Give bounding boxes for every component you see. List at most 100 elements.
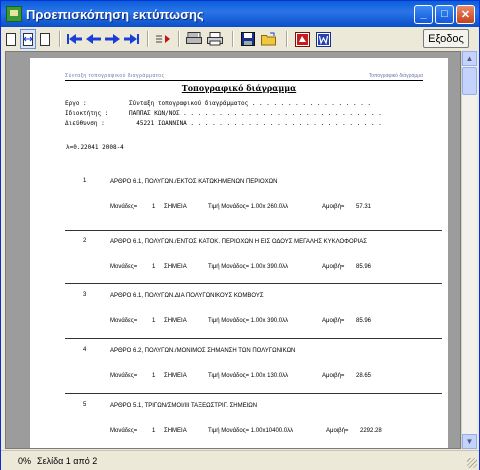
meta-row-owner: Ιδιοκτήτης : ΠΑΠΠΑΣ ΚΩΝ/ΝΟΣ . . . . . . .…: [65, 110, 382, 117]
report-title: Τοπογραφικό διάγραμμα: [181, 83, 297, 93]
full-page-icon[interactable]: [39, 30, 51, 48]
item-unit-price: Τιμή Μονάδος= 1.00x 130.0λλ: [208, 373, 289, 379]
item-quantity: 1: [152, 264, 156, 270]
item-unit: ΣΗΜΕΙΑ: [164, 204, 187, 210]
scroll-thumb[interactable]: [462, 67, 477, 95]
scroll-up-icon[interactable]: ▲: [462, 51, 477, 66]
item-details: Μονάδες= 1 ΣΗΜΕΙΑ Τιμή Μονάδος= 1.00x10400.…: [110, 428, 382, 434]
goto-page-icon[interactable]: [154, 30, 170, 48]
item-number: 3: [83, 292, 87, 298]
meta-label: Εργο :: [65, 100, 87, 107]
export-pdf-icon[interactable]: [293, 30, 311, 48]
item-details: Μονάδες= 1 ΣΗΜΕΙΑ Τιμή Μονάδος= 1.00x 390.0…: [110, 264, 371, 270]
item-unit-price: Τιμή Μονάδος= 1.00x 390.0λλ: [208, 318, 289, 324]
single-page-icon[interactable]: [5, 30, 17, 48]
save-icon[interactable]: [239, 30, 257, 48]
preview-area[interactable]: Σύνταξη τοπογραφικού διαγράμματος Τοπογρ…: [5, 51, 461, 449]
meta-label: Ιδιοκτήτης :: [65, 110, 109, 117]
item-units-label: Μονάδες=: [110, 373, 138, 379]
item-description: ΑΡΘΡΟ 6.2, ΠΟΛΥΓΩΝ./ΜΟΝΙΜΟΣ ΣΗΜΑΝΣΗ ΤΩΝ …: [110, 348, 296, 354]
item-divider: [65, 230, 442, 231]
item-fee: 28.65: [356, 373, 372, 379]
item-number: 1: [83, 178, 87, 184]
scroll-down-icon[interactable]: ▼: [462, 434, 477, 449]
item-fee-label: Αμοιβή=: [322, 318, 345, 324]
item-unit: ΣΗΜΕΙΑ: [164, 428, 187, 434]
item-divider: [65, 283, 442, 284]
report-page: Σύνταξη τοπογραφικού διαγράμματος Τοπογρ…: [30, 58, 448, 448]
item-quantity: 1: [152, 204, 156, 210]
title-bar[interactable]: Προεπισκόπηση εκτύπωσης _ □ ✕: [1, 1, 479, 27]
item-unit-price: Τιμή Μονάδος= 1.00x 390.0λλ: [208, 264, 289, 270]
item-fee-label: Αμοιβή=: [326, 428, 349, 434]
toolbar-separator: [286, 31, 288, 47]
maximize-button[interactable]: □: [435, 4, 454, 24]
last-page-icon[interactable]: [123, 30, 139, 48]
status-page: Σελίδα 1 από 2: [37, 455, 98, 466]
first-page-icon[interactable]: [66, 30, 82, 48]
item-fee: 85.96: [356, 264, 372, 270]
minimize-button[interactable]: _: [414, 4, 433, 24]
item-fee-label: Αμοιβή=: [322, 204, 345, 210]
item-details: Μονάδες= 1 ΣΗΜΕΙΑ Τιμή Μονάδος= 1.00x 130.0…: [110, 373, 371, 379]
export-word-icon[interactable]: [314, 30, 332, 48]
item-divider: [65, 393, 442, 394]
report-header-right: Τοπογραφικό διάγραμμα: [368, 73, 423, 79]
item-unit: ΣΗΜΕΙΑ: [164, 318, 187, 324]
app-icon: [6, 6, 22, 22]
item-description: ΑΡΘΡΟ 6.1, ΠΟΛΥΓΩΝ.ΔΙΑ ΠΟΛΥΓΩΝΙΚΟΥΣ ΚΟΜΒ…: [110, 293, 264, 299]
item-unit-price: Τιμή Μονάδος= 1.00x 260.0λλ: [208, 204, 289, 210]
exit-button[interactable]: Εξοδος: [423, 29, 469, 48]
resize-grip-icon[interactable]: [467, 458, 477, 468]
item-units-label: Μονάδες=: [110, 204, 138, 210]
item-description: ΑΡΘΡΟ 6.1, ΠΟΛΥΓΩΝ./ΕΚΤΟΣ ΚΑΤΩΚΗΜΕΝΩΝ ΠΕ…: [110, 179, 278, 185]
report-header-left: Σύνταξη τοπογραφικού διαγράμματος: [65, 73, 165, 79]
item-unit: ΣΗΜΕΙΑ: [164, 373, 187, 379]
status-percent: 0%: [17, 455, 31, 466]
item-description: ΑΡΘΡΟ 5.1, ΤΡΙΓΩΝ/ΣΜΟΙ/ΙΙΙ ΤΑΞΕΩΣΤΡΙΓ. Σ…: [110, 403, 258, 409]
close-button[interactable]: ✕: [456, 4, 475, 24]
lambda-value: λ=0.22041 2008-4: [66, 144, 124, 151]
item-units-label: Μονάδες=: [110, 318, 138, 324]
toolbar-separator: [147, 31, 149, 47]
item-number: 4: [83, 347, 87, 353]
item-number: 5: [83, 402, 87, 408]
meta-row-project: Εργο : Σύνταξη τοπογραφικού διαγράμματος …: [65, 100, 371, 107]
item-number: 2: [83, 238, 87, 244]
item-details: Μονάδες= 1 ΣΗΜΕΙΑ Τιμή Μονάδος= 1.00x 260.0…: [110, 204, 371, 210]
print-preview-window: Προεπισκόπηση εκτύπωσης _ □ ✕ Εξοδος Σύν…: [0, 0, 480, 470]
item-fee: 85.96: [356, 318, 372, 324]
item-fee: 2292.28: [360, 428, 382, 434]
toolbar-separator: [59, 31, 61, 47]
print-icon[interactable]: [206, 30, 224, 48]
item-description: ΑΡΘΡΟ 6.1, ΠΟΛΥΓΩΝ./ΕΝΤΟΣ ΚΑΤΟΚ. ΠΕΡΙΟΧΩ…: [110, 239, 367, 245]
item-quantity: 1: [152, 428, 156, 434]
toolbar: Εξοδος: [5, 28, 475, 50]
meta-value: Σύνταξη τοπογραφικού διαγράμματος . . . …: [129, 100, 372, 107]
item-units-label: Μονάδες=: [110, 428, 138, 434]
item-fee-label: Αμοιβή=: [322, 264, 345, 270]
header-rule: [65, 80, 423, 81]
toolbar-separator: [178, 31, 180, 47]
page-width-icon[interactable]: [20, 29, 36, 49]
item-quantity: 1: [152, 318, 156, 324]
item-quantity: 1: [152, 373, 156, 379]
previous-page-icon[interactable]: [85, 30, 101, 48]
item-fee-label: Αμοιβή=: [322, 373, 345, 379]
window-title: Προεπισκόπηση εκτύπωσης: [26, 6, 204, 22]
open-folder-icon[interactable]: [260, 30, 278, 48]
item-unit-price: Τιμή Μονάδος= 1.00x10400.0λλ: [208, 428, 294, 434]
item-unit: ΣΗΜΕΙΑ: [164, 264, 187, 270]
meta-value: 45221 ΙΩΑΝΝΙΝΑ . . . . . . . . . . . . .…: [129, 120, 382, 127]
vertical-scrollbar[interactable]: ▲ ▼: [461, 51, 477, 449]
print-setup-icon[interactable]: [185, 30, 203, 48]
item-fee: 57.31: [356, 204, 372, 210]
next-page-icon[interactable]: [104, 30, 120, 48]
item-details: Μονάδες= 1 ΣΗΜΕΙΑ Τιμή Μονάδος= 1.00x 390.0…: [110, 318, 371, 324]
item-units-label: Μονάδες=: [110, 264, 138, 270]
meta-label: Διεύθυνση :: [65, 120, 105, 127]
item-divider: [65, 338, 442, 339]
meta-value: ΠΑΠΠΑΣ ΚΩΝ/ΝΟΣ . . . . . . . . . . . . .…: [129, 110, 382, 117]
meta-row-address: Διεύθυνση : 45221 ΙΩΑΝΝΙΝΑ . . . . . . .…: [65, 120, 382, 127]
toolbar-separator: [232, 31, 234, 47]
